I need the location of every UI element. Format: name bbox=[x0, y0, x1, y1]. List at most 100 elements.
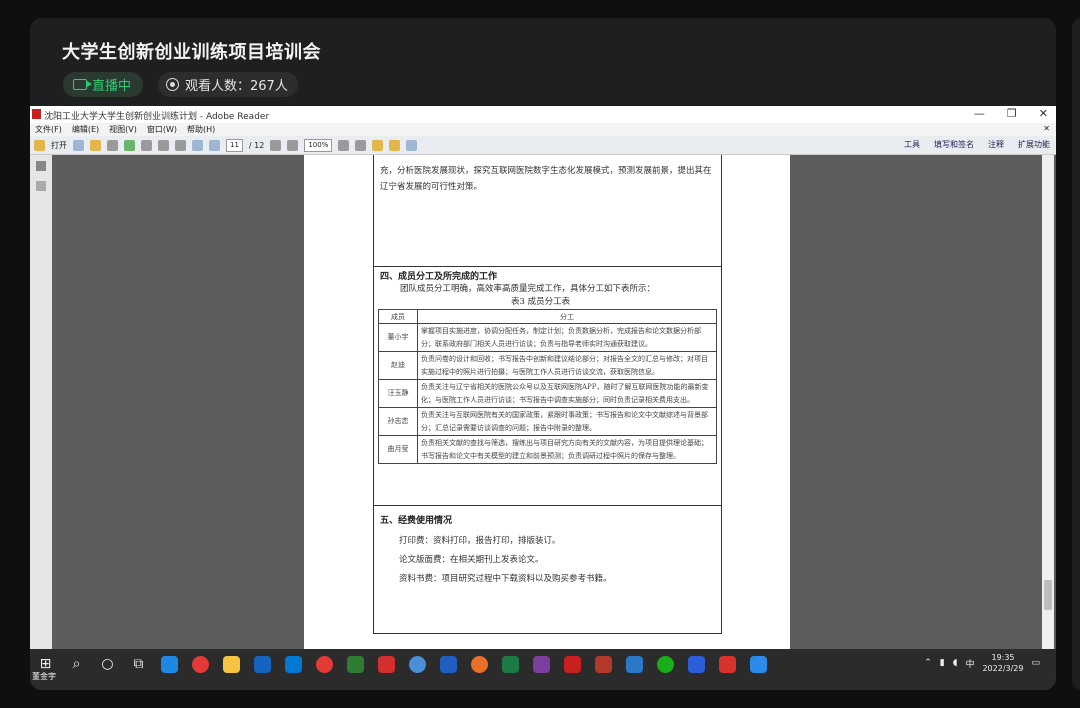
create-pdf-icon[interactable] bbox=[73, 139, 84, 151]
live-label: 直播中 bbox=[92, 79, 132, 94]
zoom-select[interactable]: 100% bbox=[304, 138, 333, 152]
video-app-icon[interactable] bbox=[378, 655, 395, 673]
menu-help[interactable]: 帮助(H) bbox=[187, 124, 215, 135]
excel-icon[interactable] bbox=[502, 655, 519, 673]
comment-icon[interactable] bbox=[372, 139, 384, 151]
table-row: 赵迪 负责问卷的设计和回收；书写报告中创新和建议结论部分；对报告全文的汇总与修改… bbox=[378, 351, 717, 380]
table-header-row: 成员 分工 bbox=[378, 309, 717, 324]
save-icon[interactable] bbox=[141, 139, 152, 151]
user-label: 董金宇 bbox=[32, 672, 56, 681]
open-folder-icon[interactable] bbox=[34, 139, 45, 151]
next-page-icon[interactable] bbox=[209, 139, 220, 151]
stream-title: 大学生创新创业训练项目培训会 bbox=[62, 42, 321, 63]
member-name: 董小宇 bbox=[378, 323, 418, 352]
section5-title: 五、经费使用情况 bbox=[380, 516, 453, 526]
tools-pane-button[interactable]: 工具 bbox=[904, 139, 920, 150]
onenote-icon[interactable] bbox=[533, 655, 550, 673]
live-stream-panel: 大学生创新创业训练项目培训会 直播中 观看人数：267人 沈阳工业大学大学生创新… bbox=[30, 18, 1056, 690]
word-icon[interactable] bbox=[440, 655, 457, 673]
member-name: 孙志恋 bbox=[378, 407, 418, 436]
section3-text: 充，分析医院发展现状，探究互联网医院数字生态化发展模式，预测发展前景，提出其在辽… bbox=[380, 166, 712, 192]
share-icon[interactable] bbox=[124, 139, 135, 151]
browser-icon[interactable] bbox=[409, 655, 426, 673]
mail-app-icon[interactable] bbox=[285, 655, 302, 673]
wps-icon[interactable] bbox=[719, 655, 736, 673]
extended-button[interactable]: 扩展功能 bbox=[1018, 139, 1050, 150]
highlight-icon[interactable] bbox=[389, 139, 401, 151]
menu-file[interactable]: 文件(F) bbox=[35, 124, 62, 135]
page-thumbnails-icon[interactable] bbox=[36, 161, 46, 171]
reader-titlebar: 沈阳工业大学大学生创新创业训练计划 - Adobe Reader — ❐ ✕ bbox=[30, 106, 1056, 123]
menu-view[interactable]: 视图(V) bbox=[109, 124, 137, 135]
email-icon[interactable] bbox=[175, 139, 186, 151]
scroll-thumb[interactable] bbox=[1044, 580, 1052, 610]
edge-browser-icon[interactable] bbox=[161, 655, 178, 673]
cloud-app-icon[interactable] bbox=[626, 655, 643, 673]
vertical-scrollbar[interactable] bbox=[1042, 155, 1054, 649]
windows-taskbar: ⊞ ⌕ ○ ⧉ 董金宇 ⌃ ▮ ◖ 中 19:35 2022/3/29 ▭ bbox=[30, 649, 1056, 690]
chat-app-icon[interactable] bbox=[347, 655, 364, 673]
open-button[interactable]: 打开 bbox=[51, 140, 67, 151]
menu-edit[interactable]: 编辑(E) bbox=[72, 124, 99, 135]
table-caption: 表3 成员分工表 bbox=[511, 297, 571, 307]
expense-item: 论文版面费：在相关期刊上发表论文。 bbox=[399, 555, 544, 565]
restore-icon[interactable]: ❐ bbox=[1007, 107, 1017, 120]
network-icon[interactable]: ▮ bbox=[940, 658, 945, 668]
member-duty: 负责问卷的设计和回收；书写报告中创新和建议结论部分；对报告全文的汇总与修改；对项… bbox=[417, 351, 717, 380]
fit-page-icon[interactable] bbox=[338, 139, 350, 151]
fill-sign-button[interactable]: 填写和签名 bbox=[934, 139, 974, 150]
opera-browser-icon[interactable] bbox=[192, 655, 209, 673]
member-duty: 掌握项目实施进度，协调分配任务，制定计划；负责数据分析，完成报告和论文数据分析部… bbox=[417, 323, 717, 352]
member-name: 赵迪 bbox=[378, 351, 418, 380]
menu-close-icon[interactable]: ✕ bbox=[1043, 124, 1050, 133]
netease-music-icon[interactable] bbox=[316, 655, 333, 673]
member-division-table: 成员 分工 董小宇 掌握项目实施进度，协调分配任务，制定计划；负责数据分析，完成… bbox=[378, 309, 717, 464]
fit-width-icon[interactable] bbox=[355, 139, 367, 151]
close-icon[interactable]: ✕ bbox=[1039, 107, 1048, 120]
bluetooth-app-icon[interactable] bbox=[254, 655, 271, 673]
menu-window[interactable]: 窗口(W) bbox=[147, 124, 177, 135]
star-app-icon[interactable] bbox=[688, 655, 705, 673]
cortana-icon[interactable]: ○ bbox=[99, 656, 116, 672]
minimize-icon[interactable]: — bbox=[974, 107, 985, 120]
expense-item: 打印费：资料打印，报告打印，排版装订。 bbox=[399, 536, 561, 546]
meeting-app-icon[interactable] bbox=[750, 655, 767, 673]
viewer-count: 观看人数：267人 bbox=[185, 79, 288, 94]
expand-icon[interactable] bbox=[406, 139, 418, 151]
reader-menubar: 文件(F) 编辑(E) 视图(V) 窗口(W) 帮助(H) ✕ bbox=[30, 123, 1056, 136]
member-duty: 负责关注与辽宁省相关的医院公众号以及互联网医院APP，随时了解互联网医院功能的最… bbox=[417, 379, 717, 408]
search-icon[interactable]: ⌕ bbox=[68, 656, 85, 672]
zoom-out-icon[interactable] bbox=[270, 139, 282, 151]
eye-icon bbox=[166, 78, 179, 91]
attachments-icon[interactable] bbox=[36, 181, 46, 191]
clock-date: 2022/3/29 bbox=[982, 664, 1024, 673]
start-icon[interactable]: ⊞ bbox=[37, 656, 54, 672]
system-tray: ⌃ ▮ ◖ 中 19:35 2022/3/29 ▭ bbox=[924, 652, 1040, 674]
camera-icon bbox=[73, 79, 92, 90]
print-icon[interactable] bbox=[158, 139, 169, 151]
chevron-up-icon[interactable]: ⌃ bbox=[924, 658, 932, 668]
volume-icon[interactable]: ◖ bbox=[953, 658, 958, 668]
adobe-reader-taskbar-icon[interactable] bbox=[564, 655, 581, 673]
notification-icon[interactable]: ▭ bbox=[1031, 658, 1040, 668]
adobe-reader-icon bbox=[32, 109, 41, 119]
powerpoint-icon[interactable] bbox=[471, 655, 488, 673]
system-clock[interactable]: 19:35 2022/3/29 bbox=[982, 652, 1023, 674]
prev-page-icon[interactable] bbox=[192, 139, 203, 151]
clock-time: 19:35 bbox=[991, 653, 1015, 662]
task-view-icon[interactable]: ⧉ bbox=[130, 656, 147, 672]
file-explorer-icon[interactable] bbox=[223, 655, 240, 673]
export-icon[interactable] bbox=[107, 139, 118, 151]
member-name: 汪玉静 bbox=[378, 379, 418, 408]
section-divider bbox=[373, 266, 722, 267]
adjacent-panel-edge bbox=[1072, 18, 1080, 690]
wechat-icon[interactable] bbox=[657, 655, 674, 673]
member-duty: 负责相关文献的查找与筛选，搜练出与项目研究方向有关的文献内容，为项目提供理论基础… bbox=[417, 435, 717, 464]
ime-indicator[interactable]: 中 bbox=[965, 657, 974, 670]
zoom-in-icon[interactable] bbox=[287, 139, 299, 151]
page-number-input[interactable]: 11 bbox=[226, 138, 243, 152]
comment-pane-button[interactable]: 注释 bbox=[988, 139, 1004, 150]
edit-icon[interactable] bbox=[90, 139, 101, 151]
pdf-app-icon[interactable] bbox=[595, 655, 612, 673]
live-status-badge[interactable]: 直播中 bbox=[63, 72, 144, 97]
